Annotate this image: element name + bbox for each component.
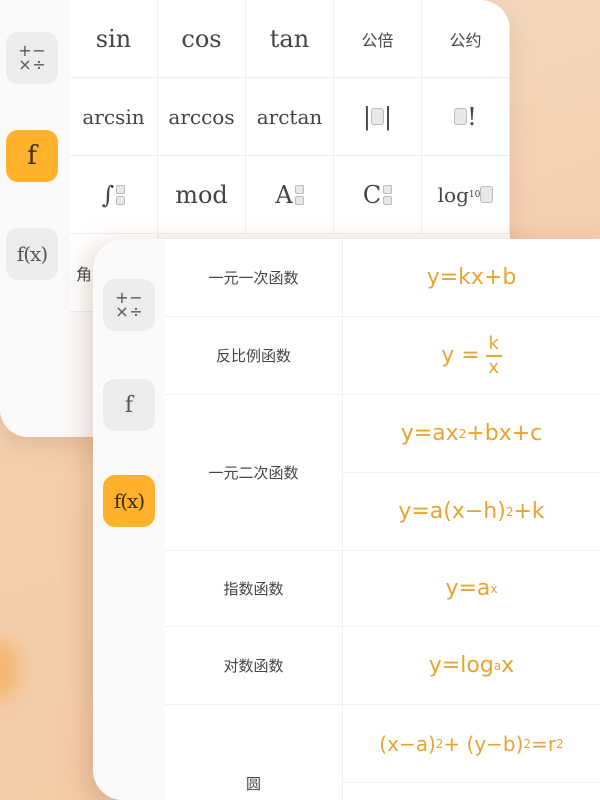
- basic-operations-tab[interactable]: + − × ÷: [103, 279, 155, 331]
- arccos-key[interactable]: arccos: [158, 78, 246, 156]
- category-sidebar: + − × ÷ f f(x): [93, 239, 165, 800]
- function-formula-panel: + − × ÷ f f(x) 一元一次函数 y=kx+b 反比例函数 y = k…: [93, 239, 600, 800]
- functions-tab[interactable]: f: [6, 130, 58, 182]
- combination-key[interactable]: C: [334, 156, 422, 234]
- bounds-placeholder-icon: [116, 184, 126, 205]
- bounds-placeholder-icon: [294, 184, 304, 205]
- table-row: 反比例函数 y = k x: [165, 317, 600, 395]
- table-row: 圆 (x−a) 2 + (y−b) 2 =r 2: [165, 705, 600, 800]
- integral-key[interactable]: ∫: [70, 156, 158, 234]
- absolute-value-key[interactable]: | |: [334, 78, 422, 156]
- arctan-key[interactable]: arctan: [246, 78, 334, 156]
- arcsin-key[interactable]: arcsin: [70, 78, 158, 156]
- inverse-formula-button[interactable]: y = k x: [343, 317, 600, 394]
- arithmetic-ops-icon: + − × ÷: [18, 41, 46, 74]
- inverse-function-label: 反比例函数: [165, 317, 343, 394]
- circle-label: 圆: [165, 705, 343, 800]
- linear-function-label: 一元一次函数: [165, 239, 343, 316]
- functions-tab[interactable]: f: [103, 379, 155, 431]
- log10-key[interactable]: log 10: [422, 156, 510, 234]
- mod-key[interactable]: mod: [158, 156, 246, 234]
- bounds-placeholder-icon: [383, 184, 393, 205]
- table-row: 一元二次函数 y=ax 2 +bx+c y=a(x−h) 2 +k: [165, 395, 600, 551]
- circle-formula-button[interactable]: (x−a) 2 + (y−b) 2 =r 2: [343, 705, 600, 783]
- fraction: k x: [485, 334, 502, 377]
- fx-icon: f(x): [16, 242, 48, 266]
- sin-key[interactable]: sin: [70, 0, 158, 78]
- placeholder-box-icon: [454, 108, 468, 125]
- cos-key[interactable]: cos: [158, 0, 246, 78]
- logarithmic-function-label: 对数函数: [165, 627, 343, 704]
- logarithmic-formula-button[interactable]: y=log a x: [343, 627, 600, 704]
- formula-tab[interactable]: f(x): [103, 475, 155, 527]
- category-sidebar: + − × ÷ f f(x): [0, 0, 70, 437]
- function-icon: f: [27, 141, 37, 171]
- quadratic-vertex-formula-button[interactable]: y=a(x−h) 2 +k: [343, 472, 600, 550]
- exponential-formula-button[interactable]: y=a x: [343, 551, 600, 626]
- background-glow: [0, 640, 20, 700]
- fx-icon: f(x): [113, 489, 145, 513]
- exponential-function-label: 指数函数: [165, 551, 343, 626]
- quadratic-standard-formula-button[interactable]: y=ax 2 +bx+c: [343, 395, 600, 472]
- table-row: 对数函数 y=log a x: [165, 627, 600, 705]
- gcd-key[interactable]: 公约: [422, 0, 510, 78]
- arithmetic-ops-icon: + − × ÷: [115, 288, 143, 321]
- basic-operations-tab[interactable]: + − × ÷: [6, 32, 58, 84]
- permutation-key[interactable]: A: [246, 156, 334, 234]
- linear-formula-button[interactable]: y=kx+b: [343, 239, 600, 316]
- table-row: 一元一次函数 y=kx+b: [165, 239, 600, 317]
- placeholder-box-icon: [371, 108, 384, 125]
- quadratic-function-label: 一元二次函数: [165, 395, 343, 550]
- formula-tab[interactable]: f(x): [6, 228, 58, 280]
- table-row: 指数函数 y=a x: [165, 551, 600, 627]
- function-icon: f: [124, 392, 134, 418]
- placeholder-box-icon: [480, 186, 494, 203]
- factorial-key[interactable]: !: [422, 78, 510, 156]
- lcm-key[interactable]: 公倍: [334, 0, 422, 78]
- tan-key[interactable]: tan: [246, 0, 334, 78]
- function-formula-table: 一元一次函数 y=kx+b 反比例函数 y = k x 一元二次函数 y=ax …: [165, 239, 600, 800]
